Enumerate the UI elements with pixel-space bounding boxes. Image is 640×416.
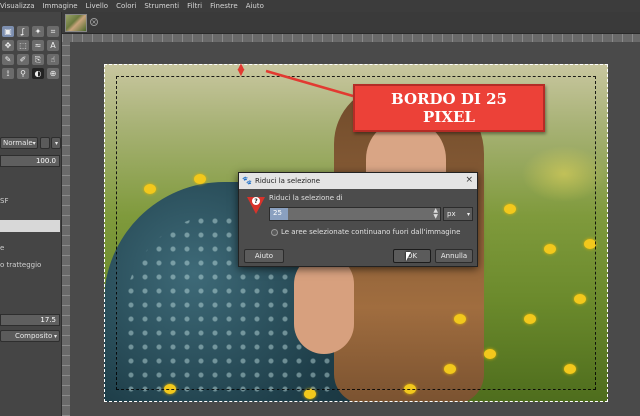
left-dock: ▣ ʆ ✦ ⌗ ✥ ⬚ ≈ A ✎ ✐ ⎘ ☝ ⟟ ⚲ ◐ ⊕ Normale … [0,12,62,416]
clone-tool-icon[interactable]: ⎘ [32,54,44,65]
question-mark-icon: ? [252,197,260,205]
chevron-down-icon: ▾ [32,139,36,147]
spin-arrows-icon[interactable]: ▲ ▼ [433,208,438,220]
lasso-tool-icon[interactable]: ʆ [17,26,29,37]
toolbox: ▣ ʆ ✦ ⌗ ✥ ⬚ ≈ A ✎ ✐ ⎘ ☝ ⟟ ⚲ ◐ ⊕ [2,26,59,79]
rect-select-tool-icon[interactable]: ▣ [2,26,14,37]
annotation-callout: BORDO DI 25 PIXEL [353,84,545,132]
shrink-selection-dialog: 🐾 Riduci la selezione × ? Riduci la sele… [238,172,478,267]
opacity-value: 100.0 [35,157,56,165]
border-marker-icon: ▲ ▼ [237,62,245,78]
eyedropper-tool-icon[interactable]: ⚲ [17,68,29,79]
path-tool-icon[interactable]: ⟟ [2,68,14,79]
mode-extra-button[interactable]: ▾ [51,137,61,149]
zoom-tool-icon[interactable]: ⊕ [47,68,59,79]
mode-select[interactable]: Normale ▾ [0,137,38,149]
text-tool-icon[interactable]: A [47,40,59,51]
shrink-amount-label: Riduci la selezione di [269,194,343,202]
dialog-title: Riduci la selezione [255,177,321,185]
dock-label-sf: SF [0,197,9,205]
callout-line-1: BORDO DI 25 [391,90,507,108]
composite-select[interactable]: Composito ▾ [0,330,60,342]
menu-livello[interactable]: Livello [86,2,108,10]
opacity-field[interactable]: 100.0 [0,155,60,167]
cancel-button-label: Annulla [440,252,468,260]
close-icon[interactable]: × [465,175,473,185]
chevron-down-icon: ▾ [53,332,57,340]
gimp-icon: 🐾 [242,176,252,185]
move-tool-icon[interactable]: ✥ [2,40,14,51]
crop-tool-icon[interactable]: ⌗ [47,26,59,37]
fg-bg-color-icon[interactable]: ◐ [32,68,44,79]
pencil-tool-icon[interactable]: ✎ [2,54,14,65]
dialog-titlebar[interactable]: 🐾 Riduci la selezione × [239,173,477,189]
menu-strumenti[interactable]: Strumenti [144,2,179,10]
mode-reset-button[interactable] [40,137,50,149]
mouse-cursor-icon [406,252,411,261]
cancel-button[interactable]: Annulla [435,249,473,263]
menu-immagine[interactable]: Immagine [42,2,77,10]
airbrush-tool-icon[interactable]: ✐ [17,54,29,65]
dock-label-tratteggio: o tratteggio [0,261,42,269]
close-icon[interactable]: × [90,18,98,26]
composite-select-label: Composito [15,332,53,340]
edge-behavior-label: Le aree selezionate continuano fuori dal… [281,228,461,236]
menu-filtri[interactable]: Filtri [187,2,202,10]
help-button[interactable]: Aiuto [244,249,284,263]
fuzzy-select-tool-icon[interactable]: ✦ [32,26,44,37]
menu-finestre[interactable]: Finestre [210,2,238,10]
ok-button[interactable]: OK [393,249,431,263]
image-tab-bar: × [62,12,640,34]
shrink-amount-input[interactable]: 25 ▲ ▼ [269,207,441,221]
callout-line-2: PIXEL [423,108,475,126]
menu-colori[interactable]: Colori [116,2,136,10]
edge-behavior-checkbox[interactable] [271,229,278,236]
menu-aiuto[interactable]: Aiuto [246,2,264,10]
image-tab-thumbnail[interactable] [65,14,87,32]
help-button-label: Aiuto [254,252,274,260]
unit-select-label: px [447,210,456,218]
mode-select-label: Normale [3,139,33,147]
menu-bar: Visualizza Immagine Livello Colori Strum… [0,0,640,12]
warp-tool-icon[interactable]: ≈ [32,40,44,51]
brush-preview[interactable] [0,220,60,232]
size-field[interactable]: 17.5 [0,314,60,326]
horizontal-ruler[interactable] [62,34,640,42]
transform-tool-icon[interactable]: ⬚ [17,40,29,51]
unit-select[interactable]: px ▾ [443,207,473,221]
shrink-amount-value: 25 [273,209,282,217]
chevron-down-icon: ▾ [54,139,58,147]
vertical-ruler[interactable] [62,42,70,416]
menu-visualizza[interactable]: Visualizza [0,2,34,10]
smudge-tool-icon[interactable]: ☝ [47,54,59,65]
dock-label-e: e [0,244,5,252]
size-value: 17.5 [40,316,56,324]
chevron-down-icon: ▾ [466,210,470,218]
